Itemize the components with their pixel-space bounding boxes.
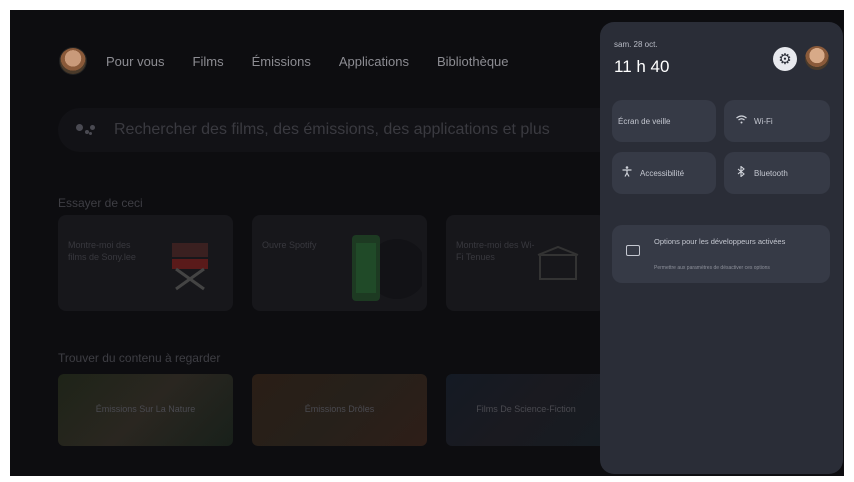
tile-label: Wi-Fi: [754, 116, 773, 126]
tile-label: Accessibilité: [640, 168, 685, 178]
wifi-tile[interactable]: Wi-Fi: [724, 100, 830, 142]
accessibility-tile[interactable]: Accessibilité: [612, 152, 716, 194]
tile-label: Bluetooth: [754, 168, 788, 178]
developer-options-icon: [626, 245, 640, 256]
date-label: sam. 28 oct.: [614, 40, 658, 49]
developer-options-title: Options pour les développeurs activées: [654, 237, 786, 246]
accessibility-icon: [620, 166, 634, 180]
quick-settings-panel: sam. 28 oct. 11 h 40 ⚙ Écran de veille W…: [600, 22, 843, 474]
bluetooth-tile[interactable]: Bluetooth: [724, 152, 830, 194]
gear-icon[interactable]: ⚙: [773, 47, 797, 71]
developer-options-card[interactable]: Options pour les développeurs activées P…: [612, 225, 830, 283]
tile-label: Écran de veille: [618, 116, 671, 126]
screensaver-tile[interactable]: Écran de veille: [612, 100, 716, 142]
wifi-icon: [734, 115, 748, 127]
profile-avatar[interactable]: [805, 46, 829, 70]
time-label: 11 h 40: [614, 57, 670, 76]
bluetooth-icon: [734, 165, 748, 180]
developer-options-subtitle: Permettre aux paramètres de désactiver c…: [654, 265, 770, 271]
